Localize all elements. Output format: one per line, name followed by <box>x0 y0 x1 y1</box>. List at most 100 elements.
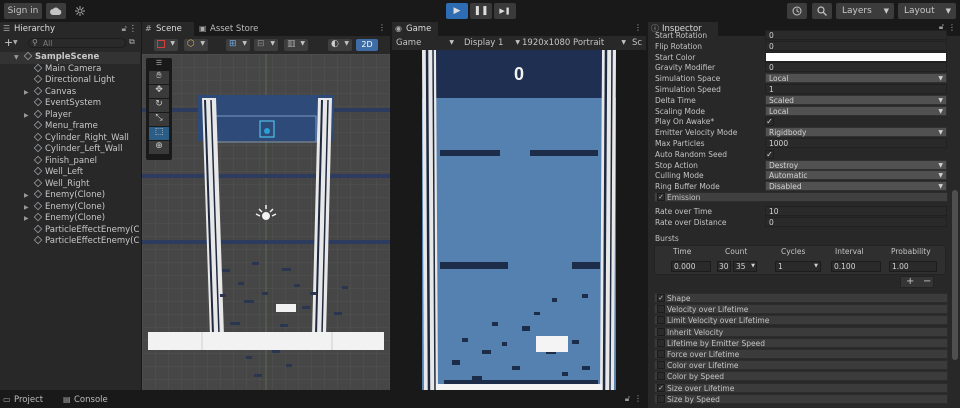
expand-arrow-icon[interactable]: ▶ <box>24 110 32 122</box>
property-field[interactable]: 1000 <box>765 138 947 148</box>
tab-game[interactable]: ◉ Game <box>392 22 438 36</box>
property-dropdown[interactable]: Automatic ▼ <box>765 170 947 181</box>
burst-time-field[interactable]: 0.000 <box>671 261 711 272</box>
burst-count-max-field[interactable]: 35 ▼ <box>733 261 757 272</box>
hierarchy-item[interactable]: ▶ Enemy(Clone) <box>0 201 140 214</box>
module-checkbox[interactable] <box>657 372 665 381</box>
property-dropdown[interactable]: Scaled ▼ <box>765 94 947 105</box>
pause-button[interactable]: ❚❚ <box>470 3 492 19</box>
chevron-down-icon[interactable]: ▼ <box>13 39 18 46</box>
move-tool-icon[interactable]: ✥ <box>149 85 169 98</box>
scale-slider-label[interactable]: Sc <box>632 36 646 50</box>
search-input[interactable]: ⚲ All <box>28 38 126 48</box>
module-row[interactable]: Color by Speed <box>654 371 948 382</box>
step-button[interactable]: ▶❚ <box>494 3 516 19</box>
module-checkbox[interactable] <box>657 316 665 325</box>
drag-handle-icon[interactable]: ☰ <box>149 59 169 69</box>
hierarchy-item[interactable]: ParticleEffectEnemy(C <box>0 235 140 248</box>
sign-in-button[interactable]: Sign in <box>4 3 42 19</box>
2d-toggle[interactable]: 2D <box>356 39 378 51</box>
play-button[interactable]: ▶ <box>446 3 468 19</box>
search-icon[interactable] <box>812 3 832 19</box>
property-dropdown[interactable]: Local ▼ <box>765 73 947 84</box>
module-row[interactable]: ✓ Size over Lifetime <box>654 382 948 393</box>
module-checkbox[interactable] <box>657 350 665 358</box>
module-row[interactable]: Velocity over Lifetime <box>654 304 948 315</box>
collab-icon[interactable] <box>70 3 90 19</box>
more-icon[interactable]: ⋮ <box>634 394 642 403</box>
history-icon[interactable] <box>787 3 807 19</box>
property-dropdown[interactable]: Disabled ▼ <box>765 181 947 192</box>
tab-asset-store[interactable]: ▣ Asset Store <box>196 22 276 36</box>
layers-dropdown[interactable]: Layers ▼ <box>836 3 894 19</box>
scene-view[interactable]: ☰ ✋︎ ✥ ↻ ⤡ ⬚ ⊕ <box>142 54 390 390</box>
hierarchy-item[interactable]: ParticleEffectEnemy(C <box>0 224 140 237</box>
transform-tool-icon[interactable]: ⊕ <box>149 141 169 154</box>
hierarchy-item[interactable]: ▶ Enemy(Clone) <box>0 189 140 202</box>
property-checkbox[interactable]: ✓ <box>765 149 774 159</box>
hierarchy-item[interactable]: EventSystem <box>0 97 140 110</box>
hierarchy-item[interactable]: Well_Left <box>0 166 140 179</box>
align-button[interactable]: ▥ ▼ <box>284 39 308 51</box>
hierarchy-item[interactable]: Well_Right <box>0 178 140 191</box>
module-checkbox[interactable]: ✓ <box>657 383 665 392</box>
expand-arrow-icon[interactable]: ▼ <box>14 52 22 64</box>
inspector-scrollbar[interactable] <box>952 190 958 360</box>
add-burst-button[interactable]: + <box>906 277 914 287</box>
module-checkbox[interactable] <box>657 361 665 370</box>
burst-cycles-field[interactable]: 1 ▼ <box>775 261 821 272</box>
add-button[interactable]: + <box>4 36 13 49</box>
more-icon[interactable]: ⋮ <box>378 23 386 32</box>
module-row[interactable]: Force over Lifetime <box>654 349 948 359</box>
module-row[interactable]: ✓ Shape <box>654 293 948 303</box>
module-row[interactable]: Limit Velocity over Lifetime <box>654 315 948 326</box>
module-row[interactable]: Lifetime by Emitter Speed <box>654 337 948 348</box>
burst-probability-field[interactable]: 1.00 <box>889 261 937 272</box>
more-icon[interactable]: ⋮ <box>634 23 642 32</box>
module-checkbox[interactable] <box>657 338 665 347</box>
burst-count-min-field[interactable]: 30 <box>717 261 731 272</box>
game-mode-dropdown[interactable]: Game ▼ <box>396 36 454 50</box>
emission-checkbox[interactable]: ✓ <box>657 193 665 201</box>
resolution-dropdown[interactable]: 1920x1080 Portrait ▼ <box>522 36 626 50</box>
color-field[interactable] <box>765 51 947 62</box>
hand-tool-icon[interactable]: ✋︎ <box>149 71 169 84</box>
property-field[interactable]: 0 <box>765 40 947 51</box>
emission-module[interactable]: ✓ Emission <box>654 192 948 202</box>
lock-icon[interactable]: 🔓︎ <box>625 394 630 404</box>
rate-over-time-field[interactable]: 10 <box>765 206 947 216</box>
expand-arrow-icon[interactable]: ▶ <box>24 213 32 225</box>
hierarchy-item[interactable]: Cylinder_Right_Wall <box>0 132 140 145</box>
hierarchy-item[interactable]: ▶ Player <box>0 109 140 122</box>
property-dropdown[interactable]: Destroy ▼ <box>765 159 947 170</box>
draw-mode-button[interactable]: ▼ <box>154 39 178 51</box>
hierarchy-item[interactable]: ▼ SampleScene <box>0 51 140 64</box>
expand-arrow-icon[interactable]: ▶ <box>24 87 32 99</box>
grid-snap-button[interactable]: ⊞ ▼ <box>226 39 250 51</box>
tab-project[interactable]: ▭ Project <box>0 392 56 408</box>
hierarchy-item[interactable]: Finish_panel <box>0 155 140 168</box>
display-dropdown[interactable]: Display 1 ▼ <box>464 36 520 50</box>
scale-tool-icon[interactable]: ⤡ <box>149 113 169 126</box>
hierarchy-item[interactable]: Main Camera <box>0 63 140 76</box>
property-checkbox[interactable]: ✓ <box>765 117 774 127</box>
more-icon[interactable]: ⋮ <box>948 23 956 32</box>
rect-tool-icon[interactable]: ⬚ <box>149 127 169 140</box>
property-field[interactable]: 1 <box>765 84 947 94</box>
property-dropdown[interactable]: Local ▼ <box>765 105 947 116</box>
hierarchy-item[interactable]: Directional Light <box>0 74 140 87</box>
module-row[interactable]: Inherit Velocity <box>654 326 948 337</box>
expand-arrow-icon[interactable]: ▶ <box>24 190 32 202</box>
hierarchy-item[interactable]: ▶ Enemy(Clone) <box>0 212 140 225</box>
tab-scene[interactable]: # Scene <box>142 22 194 36</box>
layout-dropdown[interactable]: Layout ▼ <box>898 3 956 19</box>
rate-over-distance-field[interactable]: 0 <box>765 217 947 227</box>
property-field[interactable]: 0 <box>765 30 947 40</box>
render-mode-button[interactable]: ⬡ ▼ <box>184 39 208 51</box>
cloud-icon[interactable] <box>46 3 66 19</box>
module-checkbox[interactable] <box>657 394 665 403</box>
property-field[interactable]: 0 <box>765 62 947 73</box>
hierarchy-item[interactable]: Menu_frame <box>0 120 140 133</box>
tab-console[interactable]: ▤ Console <box>60 392 120 408</box>
increment-snap-button[interactable]: ⊟ ▼ <box>254 39 278 51</box>
